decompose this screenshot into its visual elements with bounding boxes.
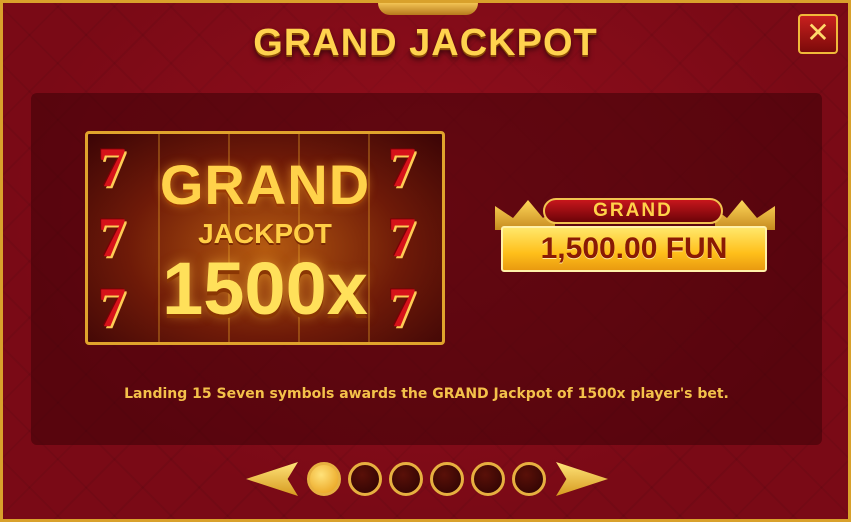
- page-navigation: [0, 458, 851, 502]
- illustration-multiplier-text: 1500x: [162, 247, 368, 330]
- grand-jackpot-illustration: 7 7 7 7 7 7 GRAND JACKPOT 1500x: [85, 131, 445, 345]
- page-dot-1[interactable]: [307, 462, 341, 496]
- page-dot-5[interactable]: [471, 462, 505, 496]
- page-dot-2[interactable]: [348, 462, 382, 496]
- previous-page-arrow-icon[interactable]: [246, 462, 298, 496]
- illustration-grand-text: GRAND: [159, 153, 371, 216]
- top-ornament: [378, 3, 478, 15]
- badge-label: GRAND: [543, 198, 723, 224]
- close-button[interactable]: ✕: [798, 14, 838, 54]
- grand-jackpot-badge: GRAND 1,500.00 FUN: [495, 194, 775, 274]
- page-dot-6[interactable]: [512, 462, 546, 496]
- page-dot-4[interactable]: [430, 462, 464, 496]
- jackpot-value: 1,500.00 FUN: [501, 226, 767, 272]
- next-page-arrow-icon[interactable]: [556, 462, 608, 496]
- page-title: GRAND JACKPOT: [253, 22, 598, 64]
- jackpot-description: Landing 15 Seven symbols awards the GRAN…: [124, 386, 729, 402]
- page-dot-3[interactable]: [389, 462, 423, 496]
